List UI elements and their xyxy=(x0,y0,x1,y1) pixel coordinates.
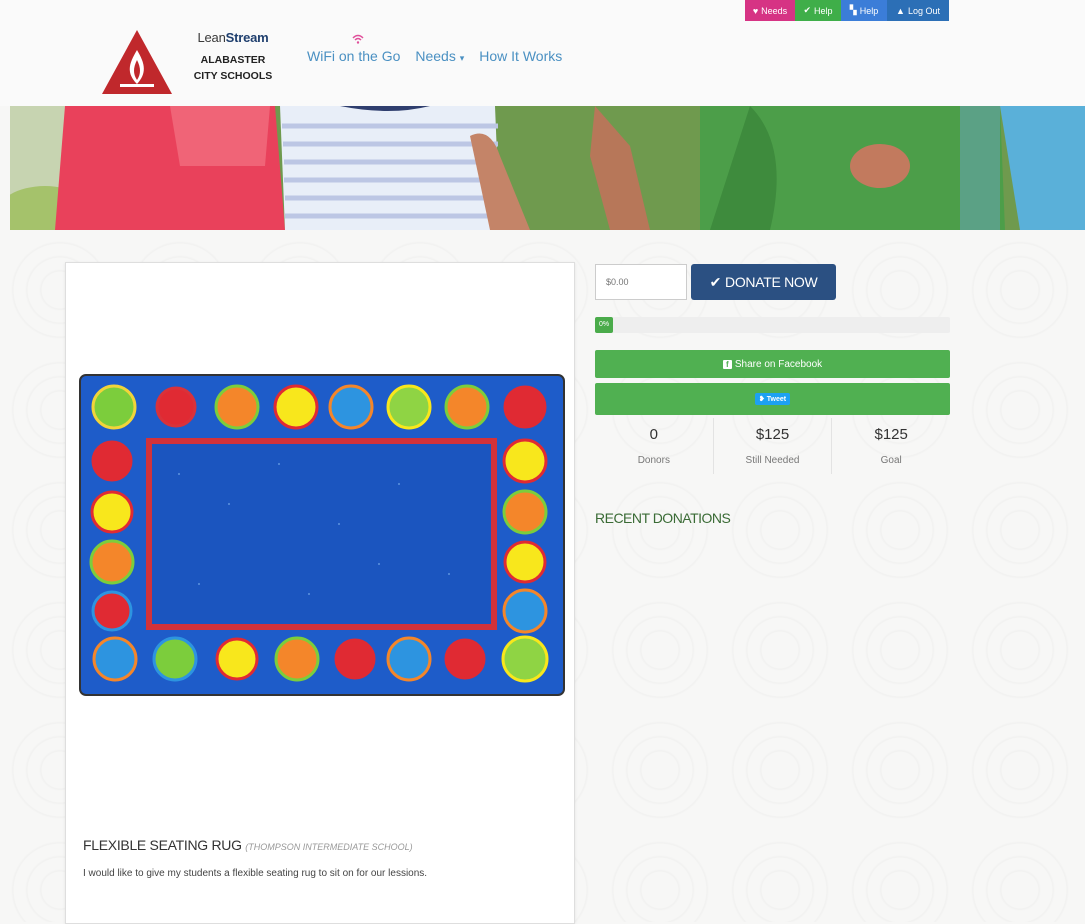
user-icon: ▲ xyxy=(896,5,905,16)
funding-progress-bar: 0% xyxy=(595,317,950,333)
stat-goal: $125 Goal xyxy=(831,418,950,474)
stat-label: Goal xyxy=(880,455,902,466)
nav-wifi-on-the-go[interactable]: WiFi on the Go xyxy=(307,34,400,64)
check-icon: ✔ xyxy=(803,5,812,15)
need-title: FLEXIBLE SEATING RUG (THOMPSON INTERMEDI… xyxy=(83,837,413,853)
need-school: (THOMPSON INTERMEDIATE SCHOOL) xyxy=(245,842,413,852)
needs-top-button[interactable]: ♥ Needs xyxy=(745,0,795,21)
stat-label: Donors xyxy=(637,455,670,466)
help-secondary-top-button[interactable]: ▚ Help xyxy=(841,0,887,21)
donation-stats: 0 Donors $125 Still Needed $125 Goal xyxy=(595,418,950,474)
leanstream-wordmark: LeanStream xyxy=(197,30,269,45)
brand-block: LeanStream ALABASTER CITY SCHOOLS xyxy=(188,30,278,84)
check-icon: ✔ xyxy=(709,273,722,290)
stat-value: $125 xyxy=(874,426,908,443)
nav-needs-dropdown[interactable]: Needs ▾ xyxy=(415,48,464,64)
need-description: I would like to give my students a flexi… xyxy=(83,868,428,879)
need-card: FLEXIBLE SEATING RUG (THOMPSON INTERMEDI… xyxy=(65,262,575,924)
tweet-button[interactable]: ❥ Tweet xyxy=(754,393,791,405)
donate-now-button[interactable]: ✔ DONATE NOW xyxy=(691,264,836,300)
caret-down-icon: ▾ xyxy=(459,53,465,63)
logout-top-button[interactable]: ▲ Log Out xyxy=(887,0,949,21)
stat-donors: 0 Donors xyxy=(595,418,713,474)
top-button-bar: ♥ Needs ✔ Help ▚ Help ▲ Log Out xyxy=(745,0,949,21)
district-logo[interactable] xyxy=(100,28,174,96)
site-header: ♥ Needs ✔ Help ▚ Help ▲ Log Out LeanStre… xyxy=(0,0,1085,106)
stat-value: 0 xyxy=(649,426,658,443)
main-nav: WiFi on the Go Needs ▾ How It Works xyxy=(307,34,562,64)
share-facebook-button[interactable]: f Share on Facebook xyxy=(595,350,950,378)
recent-donations-heading: RECENT DONATIONS xyxy=(595,510,731,526)
hero-banner-image xyxy=(10,106,1085,230)
stat-label: Still Needed xyxy=(745,455,800,466)
stat-still-needed: $125 Still Needed xyxy=(712,418,832,474)
bookmark-icon: ▚ xyxy=(849,5,857,15)
flexible-seating-rug-image[interactable] xyxy=(79,374,565,696)
stat-value: $125 xyxy=(755,426,790,443)
twitter-bird-icon: ❥ xyxy=(758,396,765,403)
nav-how-it-works[interactable]: How It Works xyxy=(479,48,562,64)
facebook-icon: f xyxy=(722,359,732,369)
donation-amount-input[interactable] xyxy=(595,264,687,300)
tweet-bar: ❥ Tweet xyxy=(595,383,950,415)
school-name: ALABASTER CITY SCHOOLS xyxy=(193,54,273,82)
heart-icon: ♥ xyxy=(752,5,759,16)
wifi-icon xyxy=(352,34,364,44)
progress-fill: 0% xyxy=(595,317,613,333)
help-top-button[interactable]: ✔ Help xyxy=(795,0,841,21)
